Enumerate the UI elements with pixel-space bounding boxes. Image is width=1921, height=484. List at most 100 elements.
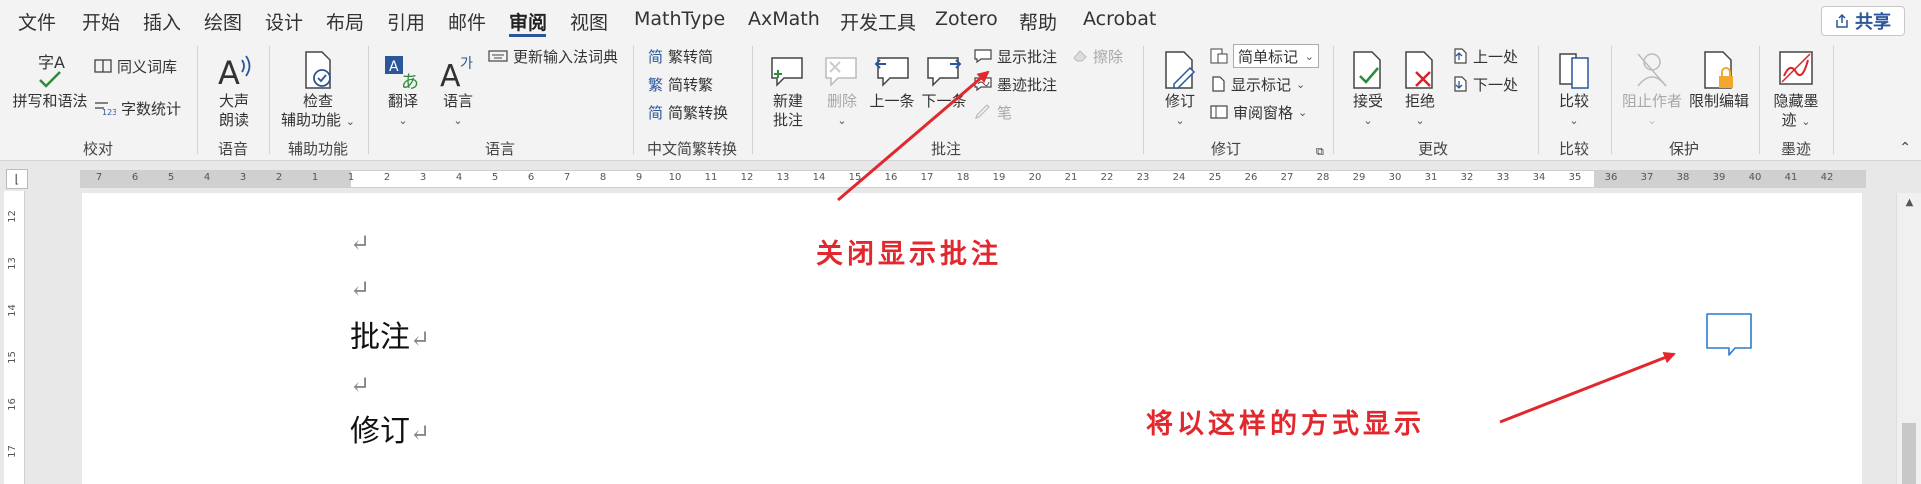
tab-design[interactable]: 设计	[265, 8, 303, 35]
chevron-down-icon: ⌄	[1569, 114, 1579, 127]
new-comment-label-2: 批注	[772, 111, 803, 129]
chinese-conversion-button[interactable]: 简 简繁转换	[648, 100, 728, 124]
tab-view[interactable]: 视图	[570, 8, 608, 35]
reject-button[interactable]: 拒绝 ⌄	[1394, 46, 1446, 130]
restrict-editing-button[interactable]: 限制编辑	[1686, 46, 1752, 111]
tab-acrobat[interactable]: Acrobat	[1083, 8, 1156, 30]
chevron-down-icon: ⌄	[398, 114, 408, 127]
ruler-tick: 10	[668, 172, 682, 183]
tab-help[interactable]: 帮助	[1019, 8, 1057, 35]
tab-selector[interactable]: ⌊	[6, 169, 28, 189]
thesaurus-button[interactable]: 同义词库	[94, 54, 177, 78]
compare-button[interactable]: 比较 ⌄	[1546, 46, 1602, 130]
chevron-down-icon: ⌄	[1415, 114, 1425, 127]
ribbon-tab-bar: 文件 开始 插入 绘图 设计 布局 引用 邮件 审阅 视图 MathType A…	[0, 0, 1921, 40]
pen-button[interactable]: 笔	[974, 100, 1012, 124]
vertical-ruler-tick: 16	[6, 398, 18, 411]
translate-button[interactable]: Aあ 翻译 ⌄	[376, 46, 430, 130]
paragraph-mark: ↵	[410, 419, 431, 447]
restrict-editing-icon	[1686, 46, 1752, 92]
horizontal-ruler[interactable]: 7 6 5 4 3 2 1 1 2 3 4 5 6 7 8 9 10 11 12 13 14 15 16 17 18 19 20 21…	[80, 170, 1866, 188]
vertical-ruler-tick: 12	[6, 210, 18, 223]
scroll-up-icon[interactable]: ▲	[1897, 193, 1921, 213]
ink-comment-button[interactable]: 墨迹批注	[974, 72, 1057, 96]
track-changes-button[interactable]: 修订 ⌄	[1152, 46, 1208, 130]
delete-comment-button[interactable]: 删除 ⌄	[816, 46, 868, 130]
new-comment-label-1: 新建	[772, 92, 803, 110]
group-separator	[752, 46, 753, 154]
translate-icon: Aあ	[376, 46, 430, 92]
tab-developer[interactable]: 开发工具	[840, 8, 916, 35]
comment-balloon-icon[interactable]	[1704, 311, 1754, 357]
next-change-button[interactable]: 下一处	[1452, 72, 1518, 96]
compare-icon	[1546, 46, 1602, 92]
thesaurus-icon	[94, 59, 112, 73]
empty-paragraph[interactable]: ↵	[350, 224, 370, 259]
share-icon	[1836, 14, 1848, 28]
paragraph-comment[interactable]: 批注↵	[350, 312, 430, 356]
accessibility-check-icon	[276, 46, 360, 92]
check-accessibility-label-1: 检查	[302, 92, 333, 110]
active-tab-indicator	[509, 34, 546, 37]
markup-dropdown[interactable]: 简单标记 ⌄	[1233, 44, 1319, 68]
restrict-editing-label: 限制编辑	[1688, 92, 1749, 110]
paragraph-revision[interactable]: 修订↵	[350, 406, 430, 450]
share-button[interactable]: 共享	[1821, 6, 1905, 36]
group-separator	[368, 46, 369, 154]
ruler-tick: 39	[1712, 172, 1726, 183]
tab-layout[interactable]: 布局	[326, 8, 364, 35]
ribbon-review: 字A 拼写和语法 同义词库 123 字数统计 校对 A 大声 朗读 语音 检查 …	[0, 40, 1921, 161]
simplified-to-traditional-button[interactable]: 繁 简转繁	[648, 72, 713, 96]
tab-home[interactable]: 开始	[82, 8, 120, 35]
svg-text:あ: あ	[401, 72, 419, 92]
ruler-tick: 16	[884, 172, 898, 183]
spelling-grammar-button[interactable]: 字A 拼写和语法	[8, 46, 92, 111]
new-comment-button[interactable]: 新建 批注	[762, 46, 814, 130]
review-pane-button[interactable]: 审阅窗格 ⌄	[1210, 100, 1307, 124]
ruler-tick: 2	[383, 172, 391, 183]
vertical-scrollbar[interactable]: ▲	[1896, 193, 1921, 484]
read-aloud-button[interactable]: A 大声 朗读	[204, 46, 264, 130]
ruler-tick: 32	[1460, 172, 1474, 183]
update-ime-label: 更新输入法词典	[513, 47, 619, 66]
word-count-button[interactable]: 123 字数统计	[94, 96, 181, 120]
tab-mathtype[interactable]: MathType	[634, 8, 725, 30]
ruler-tick: 33	[1496, 172, 1510, 183]
chevron-down-icon: ⌄	[1647, 114, 1657, 127]
previous-change-button[interactable]: 上一处	[1452, 44, 1518, 68]
update-ime-dictionary-button[interactable]: 更新输入法词典	[488, 44, 618, 68]
empty-paragraph[interactable]: ↵	[350, 270, 370, 305]
tab-insert[interactable]: 插入	[143, 8, 181, 35]
vertical-ruler[interactable]: 12 13 14 15 16 17	[4, 191, 25, 484]
traditional-to-simplified-button[interactable]: 简 繁转简	[648, 44, 713, 68]
empty-paragraph[interactable]: ↵	[350, 366, 370, 401]
erase-button[interactable]: 擦除	[1072, 44, 1123, 68]
ruler-tick: 28	[1316, 172, 1330, 183]
tab-draw[interactable]: 绘图	[204, 8, 242, 35]
ink-comment-icon	[974, 77, 992, 92]
tab-axmath[interactable]: AxMath	[748, 8, 820, 30]
scroll-thumb[interactable]	[1902, 423, 1916, 484]
hide-ink-button[interactable]: 隐藏墨 迹 ⌄	[1766, 46, 1826, 131]
previous-comment-button[interactable]: 上一条	[866, 46, 918, 111]
track-changes-label: 修订	[1164, 92, 1195, 110]
group-separator	[197, 46, 198, 154]
language-button[interactable]: A가 语言 ⌄	[432, 46, 484, 130]
check-accessibility-button[interactable]: 检查 辅助功能 ⌄	[276, 46, 360, 131]
tab-file[interactable]: 文件	[18, 8, 56, 35]
next-comment-button[interactable]: 下一条	[918, 46, 970, 111]
markup-select[interactable]: 简单标记 ⌄	[1210, 44, 1319, 68]
collapse-ribbon-icon[interactable]: ⌃	[1899, 140, 1911, 156]
tab-zotero[interactable]: Zotero	[935, 8, 998, 30]
chevron-down-icon: ⌄	[1801, 115, 1811, 128]
tab-mailings[interactable]: 邮件	[448, 8, 486, 35]
language-label: 语言	[442, 92, 473, 110]
accept-button[interactable]: 接受 ⌄	[1342, 46, 1394, 130]
show-markup-button[interactable]: 显示标记 ⌄	[1210, 72, 1305, 96]
group-separator	[1143, 46, 1144, 154]
block-authors-button[interactable]: 阻止作者 ⌄	[1618, 46, 1686, 130]
tab-references[interactable]: 引用	[387, 8, 425, 35]
show-comments-button[interactable]: 显示批注	[974, 44, 1057, 68]
ruler-left-margin	[81, 171, 351, 187]
tab-review[interactable]: 审阅	[509, 8, 547, 35]
